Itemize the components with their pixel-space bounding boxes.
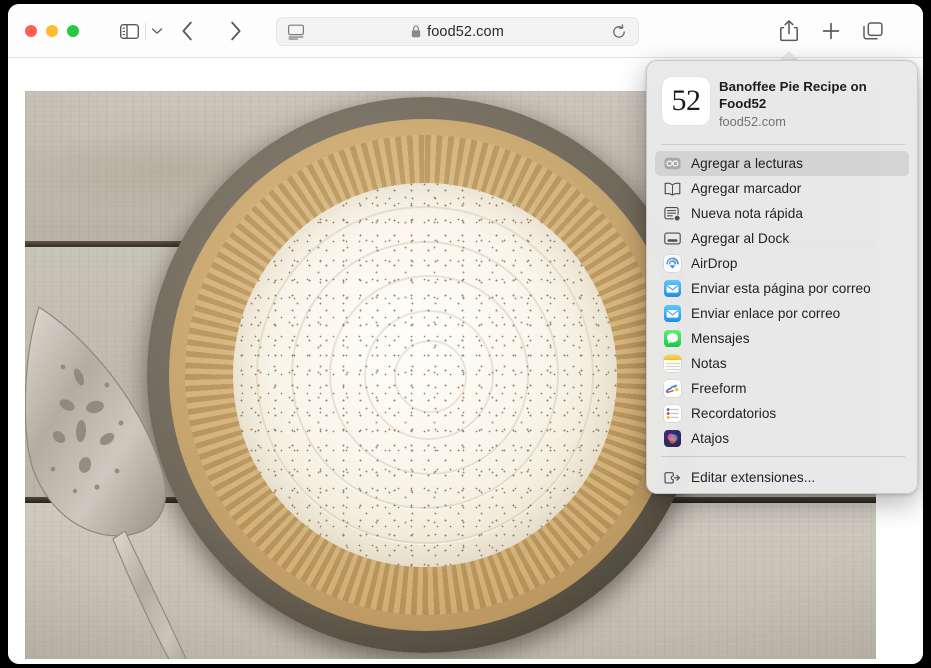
mail-icon <box>664 280 681 297</box>
menu-item-edit-extensions[interactable]: Editar extensiones... <box>655 465 909 490</box>
shared-page-url: food52.com <box>719 114 786 129</box>
chocolate-shavings <box>233 183 617 567</box>
messages-icon <box>664 330 681 347</box>
address-bar[interactable]: food52.com <box>276 17 639 46</box>
forward-button[interactable] <box>221 17 249 45</box>
airdrop-icon <box>664 255 681 272</box>
share-menu-popover: 52 Banoffee Pie Recipe on Food52 food52.… <box>646 60 918 494</box>
shortcuts-icon <box>664 430 681 447</box>
maximize-window-button[interactable] <box>67 25 79 37</box>
new-tab-button[interactable] <box>816 17 846 45</box>
toolbar-divider <box>145 23 146 40</box>
menu-item-reminders[interactable]: Recordatorios <box>655 401 909 426</box>
graham-cracker-crust <box>185 135 665 615</box>
menu-item-add-to-dock[interactable]: Agregar al Dock <box>655 226 909 251</box>
mail-icon <box>664 305 681 322</box>
dock-icon <box>664 230 681 247</box>
menu-item-label: Agregar marcador <box>691 181 802 196</box>
menu-item-label: Mensajes <box>691 331 750 346</box>
menu-item-airdrop[interactable]: AirDrop <box>655 251 909 276</box>
menu-item-messages[interactable]: Mensajes <box>655 326 909 351</box>
pie-tin <box>147 97 703 653</box>
menu-item-label: Recordatorios <box>691 406 777 421</box>
reminders-icon <box>664 405 681 422</box>
menu-item-email-this-page[interactable]: Enviar esta página por correo <box>655 276 909 301</box>
menu-item-label: Atajos <box>691 431 730 446</box>
lock-icon <box>411 25 421 38</box>
chevron-down-icon <box>151 28 163 34</box>
popover-divider-bottom <box>661 456 905 457</box>
shared-page-title: Banoffee Pie Recipe on Food52 <box>719 79 867 111</box>
menu-item-label: Nueva nota rápida <box>691 206 803 221</box>
share-icon <box>780 20 798 42</box>
plus-icon <box>822 22 840 40</box>
back-button[interactable] <box>173 17 201 45</box>
chevron-right-icon <box>230 21 241 41</box>
menu-item-label: Agregar a lecturas <box>691 156 803 171</box>
menu-item-new-quick-note[interactable]: Nueva nota rápida <box>655 201 909 226</box>
chevron-left-icon <box>181 21 192 41</box>
notes-icon <box>664 355 681 372</box>
sidebar-icon <box>119 23 139 39</box>
minimize-window-button[interactable] <box>46 25 58 37</box>
edit-extensions-row: Editar extensiones... <box>647 465 917 490</box>
tab-overview-icon <box>863 21 883 40</box>
popover-header: 52 Banoffee Pie Recipe on Food52 food52.… <box>647 61 917 137</box>
menu-item-notes[interactable]: Notas <box>655 351 909 376</box>
server-handle <box>112 530 187 659</box>
menu-item-label: Editar extensiones... <box>691 470 816 485</box>
reading-glasses-icon <box>664 155 681 172</box>
pie-tin-inner <box>169 119 681 631</box>
menu-item-add-bookmark[interactable]: Agregar marcador <box>655 176 909 201</box>
popover-divider <box>661 144 905 145</box>
sidebar-toggle-button[interactable] <box>114 17 144 45</box>
open-book-icon <box>664 180 681 197</box>
url-display[interactable]: food52.com <box>277 18 638 45</box>
reload-button[interactable] <box>611 24 627 40</box>
menu-item-freeform[interactable]: Freeform <box>655 376 909 401</box>
menu-item-label: Freeform <box>691 381 747 396</box>
safari-window: food52.com 52 Banoffee Pie Recipe on Foo… <box>8 4 923 664</box>
menu-item-label: Agregar al Dock <box>691 231 790 246</box>
close-window-button[interactable] <box>25 25 37 37</box>
browser-toolbar: food52.com <box>8 4 923 58</box>
menu-item-label: Notas <box>691 356 727 371</box>
menu-item-label: Enviar esta página por correo <box>691 281 871 296</box>
tab-overview-button[interactable] <box>858 17 888 45</box>
whipped-cream-filling <box>233 183 617 567</box>
reload-glyph <box>613 24 625 38</box>
menu-item-email-link[interactable]: Enviar enlace por correo <box>655 301 909 326</box>
extensions-icon <box>664 469 681 486</box>
menu-item-label: Enviar enlace por correo <box>691 306 841 321</box>
share-menu-list: Agregar a lecturas Agregar marcador Nuev… <box>647 151 917 451</box>
share-button[interactable] <box>774 17 804 45</box>
quick-note-icon <box>664 205 681 222</box>
freeform-icon <box>664 380 681 397</box>
pie-server-utensil <box>25 306 187 659</box>
menu-item-add-to-reading-list[interactable]: Agregar a lecturas <box>655 151 909 176</box>
site-favicon: 52 <box>662 77 710 125</box>
server-blade <box>25 306 167 537</box>
url-text: food52.com <box>427 23 504 40</box>
menu-item-label: AirDrop <box>691 256 738 271</box>
sidebar-options-button[interactable] <box>147 17 167 45</box>
menu-item-shortcuts[interactable]: Atajos <box>655 426 909 451</box>
